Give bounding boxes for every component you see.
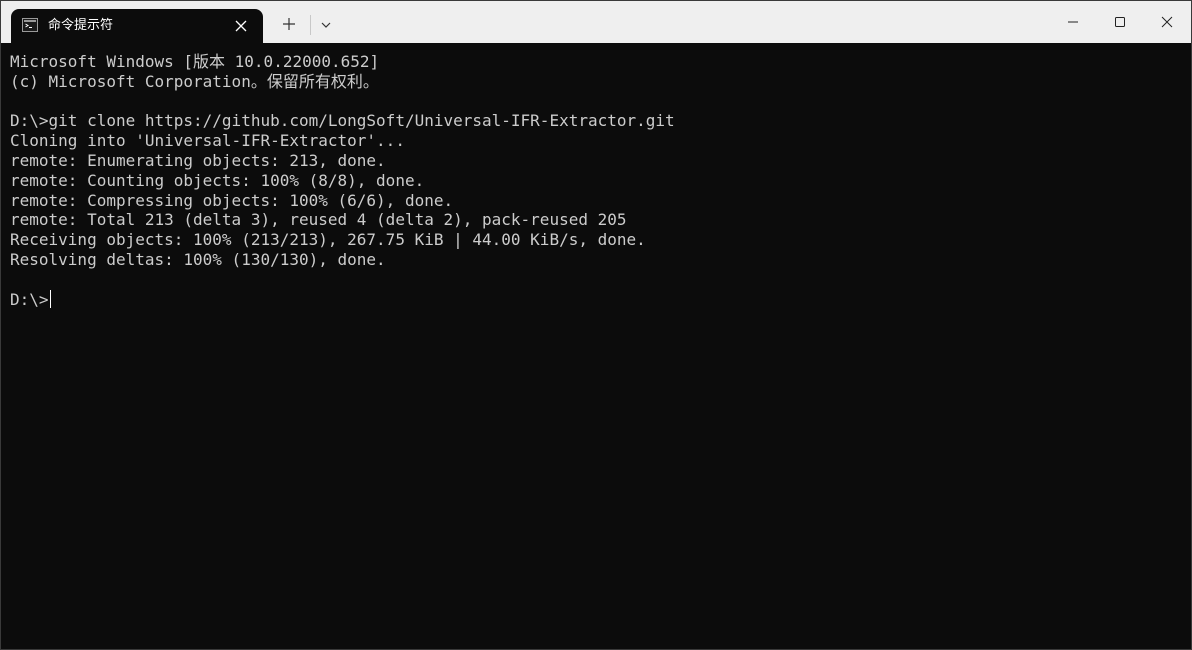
tab-title: 命令提示符 bbox=[48, 18, 114, 33]
maximize-icon bbox=[1115, 17, 1125, 27]
terminal-prompt-line[interactable]: D:\> bbox=[10, 290, 1191, 310]
maximize-button[interactable] bbox=[1105, 7, 1135, 37]
plus-icon bbox=[283, 18, 295, 30]
terminal-line: Microsoft Windows [版本 10.0.22000.652] bbox=[10, 52, 380, 71]
titlebar-separator bbox=[310, 15, 311, 35]
close-icon[interactable] bbox=[233, 18, 249, 34]
text-cursor bbox=[49, 290, 51, 309]
tab-command-prompt[interactable]: 命令提示符 bbox=[11, 9, 263, 43]
tab-dropdown-button[interactable] bbox=[316, 15, 336, 35]
terminal-line: Receiving objects: 100% (213/213), 267.7… bbox=[10, 230, 646, 250]
terminal-window: 命令提示符 Microsoft Windows [版本 10.0.22000.6… bbox=[0, 0, 1192, 650]
chevron-down-icon bbox=[321, 22, 331, 28]
terminal-line: remote: Enumerating objects: 213, done. bbox=[10, 150, 386, 170]
terminal-prompt: D:\> bbox=[10, 289, 49, 309]
close-icon bbox=[1161, 16, 1173, 28]
window-close-button[interactable] bbox=[1152, 7, 1182, 37]
terminal-line: D:\>git clone https://github.com/LongSof… bbox=[10, 111, 675, 131]
minimize-button[interactable] bbox=[1058, 7, 1088, 37]
terminal-line: remote: Counting objects: 100% (8/8), do… bbox=[10, 170, 425, 190]
new-tab-button[interactable] bbox=[277, 12, 301, 36]
terminal-line: remote: Total 213 (delta 3), reused 4 (d… bbox=[10, 210, 627, 230]
terminal-line: (c) Microsoft Corporation。保留所有权利。 bbox=[10, 71, 379, 91]
terminal-line: Cloning into 'Universal-IFR-Extractor'..… bbox=[10, 131, 405, 151]
command-prompt-icon bbox=[22, 18, 38, 32]
title-bar[interactable]: 命令提示符 bbox=[1, 1, 1191, 43]
terminal-line: Resolving deltas: 100% (130/130), done. bbox=[10, 249, 386, 269]
terminal-line: remote: Compressing objects: 100% (6/6),… bbox=[10, 190, 454, 210]
terminal-output[interactable]: Microsoft Windows [版本 10.0.22000.652] (c… bbox=[1, 43, 1191, 649]
minimize-icon bbox=[1068, 21, 1078, 23]
